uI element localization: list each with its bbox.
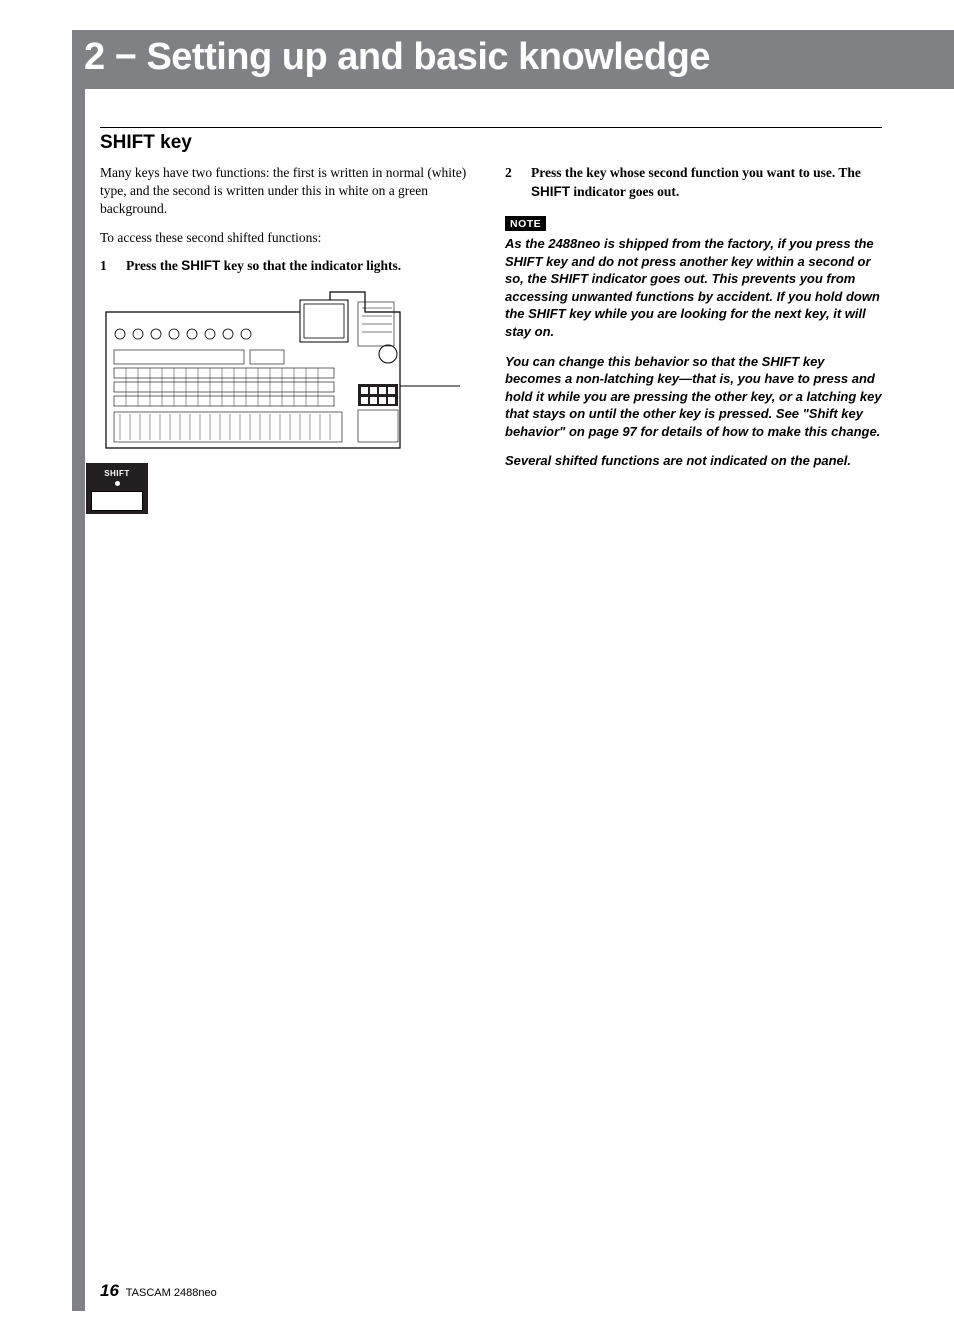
step-1: 1 Press the SHIFT key so that the indica… [100,257,477,276]
note-badge: NOTE [505,216,546,231]
shift-key-graphic: SHIFT [86,463,148,514]
step-number: 1 [100,257,112,276]
step-text: Press the key whose second function you … [531,165,861,180]
intro-paragraph-2: To access these second shifted functions… [100,229,477,247]
content-area: SHIFT key Many keys have two functions: … [100,89,882,564]
indicator-led-icon [115,481,120,486]
keycap-icon [91,491,143,511]
intro-paragraph-1: Many keys have two functions: the first … [100,164,477,219]
step-text: key so that the indicator lights. [220,258,401,273]
page-number: 16 [100,1281,119,1300]
device-diagram: SHIFT [100,288,477,564]
keycap-label: SHIFT [181,258,220,273]
note-paragraph-3: Several shifted functions are not indica… [505,452,882,470]
step-number: 2 [505,164,517,202]
note-paragraph-2: You can change this behavior so that the… [505,353,882,441]
step-text: indicator goes out. [570,184,679,199]
note-block: NOTE As the 2488neo is shipped from the … [505,214,882,470]
page-footer: 16 TASCAM 2488neo [100,1281,217,1301]
keycap-label: SHIFT [531,184,570,199]
section-title: SHIFT key [100,127,882,154]
shift-key-callout: SHIFT [86,463,148,514]
step-2: 2 Press the key whose second function yo… [505,164,882,202]
left-accent-bar [72,76,85,1311]
step-body: Press the SHIFT key so that the indicato… [126,257,401,276]
page: 2 − Setting up and basic knowledge SHIFT… [0,0,954,1339]
step-text: Press the [126,258,181,273]
two-column-layout: Many keys have two functions: the first … [100,164,882,564]
note-paragraph-1: As the 2488neo is shipped from the facto… [505,235,882,340]
step-body: Press the key whose second function you … [531,164,882,202]
brand-model: TASCAM 2488neo [126,1287,217,1299]
shift-label: SHIFT [86,469,148,478]
device-illustration [100,288,480,458]
chapter-header: 2 − Setting up and basic knowledge [72,30,954,89]
